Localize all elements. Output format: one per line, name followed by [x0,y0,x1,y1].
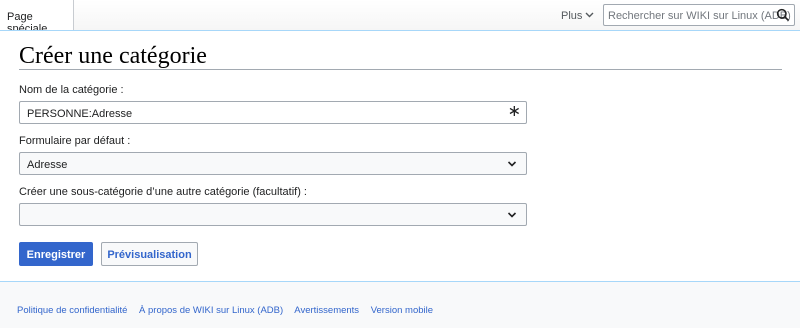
preview-button[interactable]: Prévisualisation [101,242,198,266]
chevron-down-icon [585,10,594,20]
category-name-field[interactable]: PERSONNE:Adresse ∗ [19,101,527,124]
default-form-label: Formulaire par défaut : [19,135,131,147]
category-name-value: PERSONNE:Adresse [27,108,133,120]
main-content: Créer une catégorie Nom de la catégorie … [0,30,800,282]
page-title: Créer une catégorie [19,43,207,69]
footer-link-privacy[interactable]: Politique de confidentialité [17,305,127,316]
parent-category-select[interactable] [19,203,527,226]
footer-link-mobile[interactable]: Version mobile [371,305,433,316]
chevron-down-icon [507,210,517,220]
footer-link-disclaimers[interactable]: Avertissements [294,305,359,316]
search-placeholder: Rechercher sur WIKI sur Linux (ADB) [608,10,791,22]
more-menu-label: Plus [561,10,583,22]
category-name-label: Nom de la catégorie : [19,84,124,96]
more-menu[interactable]: Plus [561,10,594,22]
search-icon[interactable] [776,8,790,22]
footer-links: Politique de confidentialité À propos de… [17,305,442,316]
title-divider [19,69,782,70]
subcategory-label: Créer une sous-catégorie d’une autre cat… [19,186,307,198]
tab-special-page[interactable]: Page spéciale [0,0,74,35]
default-form-select[interactable]: Adresse [19,152,527,175]
save-button[interactable]: Enregistrer [19,242,93,266]
top-navigation-bar: Page spéciale Plus Rechercher sur WIKI s… [0,0,800,35]
required-indicator-icon: ∗ [507,103,521,120]
chevron-down-icon [507,159,517,169]
default-form-value: Adresse [27,159,68,171]
footer-link-about[interactable]: À propos de WIKI sur Linux (ADB) [139,305,283,316]
search-input[interactable]: Rechercher sur WIKI sur Linux (ADB) [603,4,795,26]
